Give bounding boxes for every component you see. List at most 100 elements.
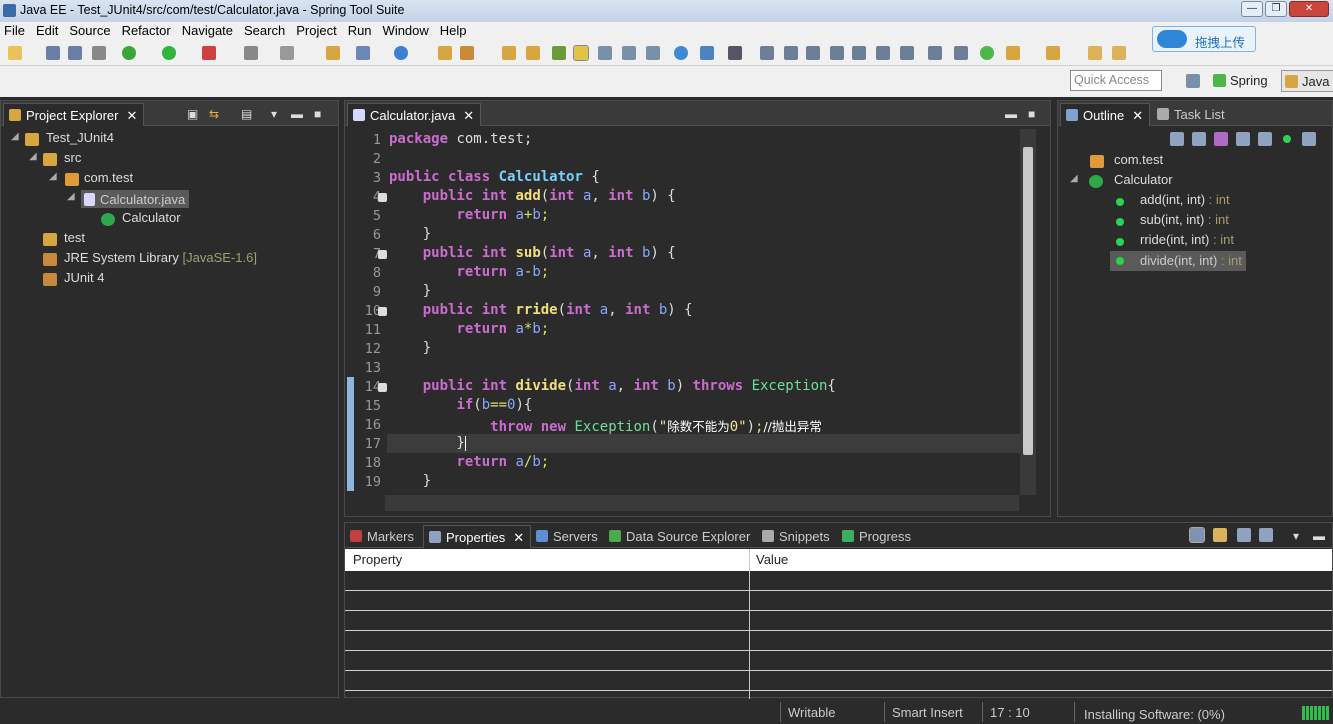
quick-access-input[interactable]: Quick Access [1070, 70, 1162, 91]
save-icon[interactable] [46, 46, 60, 60]
terminate-icon[interactable] [806, 46, 820, 60]
paragraph-icon[interactable] [646, 46, 660, 60]
block-select-icon[interactable] [622, 46, 636, 60]
tree-item-src[interactable]: ◢ src [29, 150, 81, 170]
outline-method[interactable]: sub(int, int) : int [1116, 212, 1229, 232]
fold-icon[interactable] [378, 383, 387, 392]
menu-window[interactable]: Window [383, 22, 434, 41]
new-package-icon[interactable] [356, 46, 370, 60]
open-folder-icon[interactable] [502, 46, 516, 60]
restore-default-icon[interactable] [1237, 528, 1251, 542]
spring-icon[interactable] [980, 46, 994, 60]
expand-icon[interactable]: ◢ [49, 171, 57, 182]
editor-horizontal-scrollbar[interactable] [385, 495, 1019, 511]
close-button[interactable]: ✕ [1289, 1, 1329, 17]
tab-markers[interactable]: Markers [345, 525, 420, 548]
maximize-button[interactable]: ❐ [1265, 1, 1287, 17]
tab-task-list[interactable]: Task List [1152, 103, 1231, 126]
new-java-project-icon[interactable] [326, 46, 340, 60]
link-editor-icon[interactable] [1302, 132, 1316, 146]
new-icon[interactable] [8, 46, 22, 60]
search-icon[interactable] [460, 46, 474, 60]
print-icon[interactable] [92, 46, 106, 60]
skip-breakpoints-icon[interactable] [728, 46, 742, 60]
maximize-view-icon[interactable]: ■ [314, 107, 321, 121]
tree-item-package[interactable]: ◢ com.test [49, 170, 133, 190]
tree-item-test[interactable]: test [29, 230, 85, 250]
save-all-icon[interactable] [68, 46, 82, 60]
menu-search[interactable]: Search [244, 22, 290, 41]
minimize-button[interactable]: — [1241, 1, 1263, 17]
pin-icon[interactable] [1259, 528, 1273, 542]
open-resource-icon[interactable] [526, 46, 540, 60]
run-icon[interactable] [162, 46, 176, 60]
menu-file[interactable]: File [4, 22, 30, 41]
close-tab-icon[interactable]: ✕ [126, 108, 137, 123]
new-class-icon[interactable] [394, 46, 408, 60]
annotation-icon[interactable] [1006, 46, 1020, 60]
tree-item-jre[interactable]: JRE System Library [JavaSE-1.6] [29, 250, 257, 270]
tab-servers[interactable]: Servers [531, 525, 604, 548]
open-perspective-icon[interactable] [1186, 74, 1200, 88]
menu-navigate[interactable]: Navigate [182, 22, 238, 41]
expand-icon[interactable]: ◢ [11, 131, 19, 142]
minimize-view-icon[interactable]: ▬ [291, 107, 303, 121]
expand-icon[interactable]: ◢ [67, 191, 75, 202]
menu-project[interactable]: Project [296, 22, 341, 41]
tree-item-junit[interactable]: JUnit 4 [29, 270, 104, 290]
show-categories-icon[interactable] [1189, 527, 1205, 543]
outline-method[interactable]: rride(int, int) : int [1116, 232, 1234, 252]
resume-icon[interactable] [760, 46, 774, 60]
code-area[interactable]: 1 2 3 4 5 6 7 8 9 10 11 12 13 14 15 16 1… [345, 127, 1050, 508]
suspend-icon[interactable] [784, 46, 798, 60]
outline-method-selected[interactable]: divide(int, int) : int [1110, 251, 1246, 271]
step-return-icon[interactable] [900, 46, 914, 60]
minimize-view-icon[interactable]: ▬ [1005, 107, 1017, 121]
tab-properties[interactable]: Properties ✕ [423, 525, 532, 548]
maximize-view-icon[interactable]: ■ [1028, 107, 1035, 121]
link-editor-icon[interactable]: ⇆ [209, 107, 219, 121]
tab-calculator-java[interactable]: Calculator.java ✕ [347, 103, 482, 126]
step-over-icon[interactable] [876, 46, 890, 60]
fold-icon[interactable] [378, 250, 387, 259]
tab-project-explorer[interactable]: Project Explorer ✕ [3, 103, 145, 126]
hide-static-icon[interactable] [1236, 132, 1250, 146]
outline-package[interactable]: com.test [1090, 152, 1163, 172]
close-tab-icon[interactable]: ✕ [463, 108, 474, 123]
scrollbar-thumb[interactable] [1023, 147, 1033, 455]
filter-icon[interactable]: ▤ [241, 107, 252, 121]
menu-run[interactable]: Run [348, 22, 377, 41]
cloud-upload-button[interactable]: 拖拽上传 [1152, 26, 1256, 52]
close-tab-icon[interactable]: ✕ [1132, 108, 1143, 123]
progress-indicator[interactable] [1302, 706, 1330, 720]
forward-icon[interactable] [1112, 46, 1126, 60]
minimize-view-icon[interactable]: ▬ [1313, 529, 1325, 543]
open-type-icon[interactable] [438, 46, 452, 60]
outline-class[interactable]: ◢ Calculator [1070, 172, 1173, 192]
menu-help[interactable]: Help [440, 22, 472, 41]
close-tab-icon[interactable]: ✕ [513, 530, 524, 545]
expand-icon[interactable]: ◢ [29, 151, 37, 162]
status-installing[interactable]: Installing Software: (0%) [1084, 707, 1225, 722]
expand-icon[interactable]: ◢ [1070, 173, 1078, 184]
format-icon[interactable] [928, 46, 942, 60]
toggle-mark-icon[interactable] [552, 46, 566, 60]
back-icon[interactable] [1088, 46, 1102, 60]
globe-icon[interactable] [674, 46, 688, 60]
step-into-icon[interactable] [852, 46, 866, 60]
editor-vertical-scrollbar[interactable] [1020, 129, 1036, 495]
hide-nonpublic-icon[interactable] [1258, 132, 1272, 146]
fold-icon[interactable] [378, 307, 387, 316]
show-advanced-icon[interactable] [1213, 528, 1227, 542]
perspective-java[interactable]: Java [1281, 70, 1333, 92]
tab-data-source-explorer[interactable]: Data Source Explorer [604, 525, 756, 548]
perspective-spring[interactable]: Spring [1210, 70, 1272, 92]
stop-icon[interactable] [244, 46, 258, 60]
menu-edit[interactable]: Edit [36, 22, 63, 41]
hide-fields-icon[interactable] [1214, 132, 1228, 146]
collapse-all-icon[interactable]: ▣ [187, 107, 198, 121]
menu-refactor[interactable]: Refactor [122, 22, 176, 41]
tab-snippets[interactable]: Snippets [757, 525, 836, 548]
open-console-icon[interactable] [954, 46, 968, 60]
hide-local-types-icon[interactable] [1283, 135, 1291, 143]
